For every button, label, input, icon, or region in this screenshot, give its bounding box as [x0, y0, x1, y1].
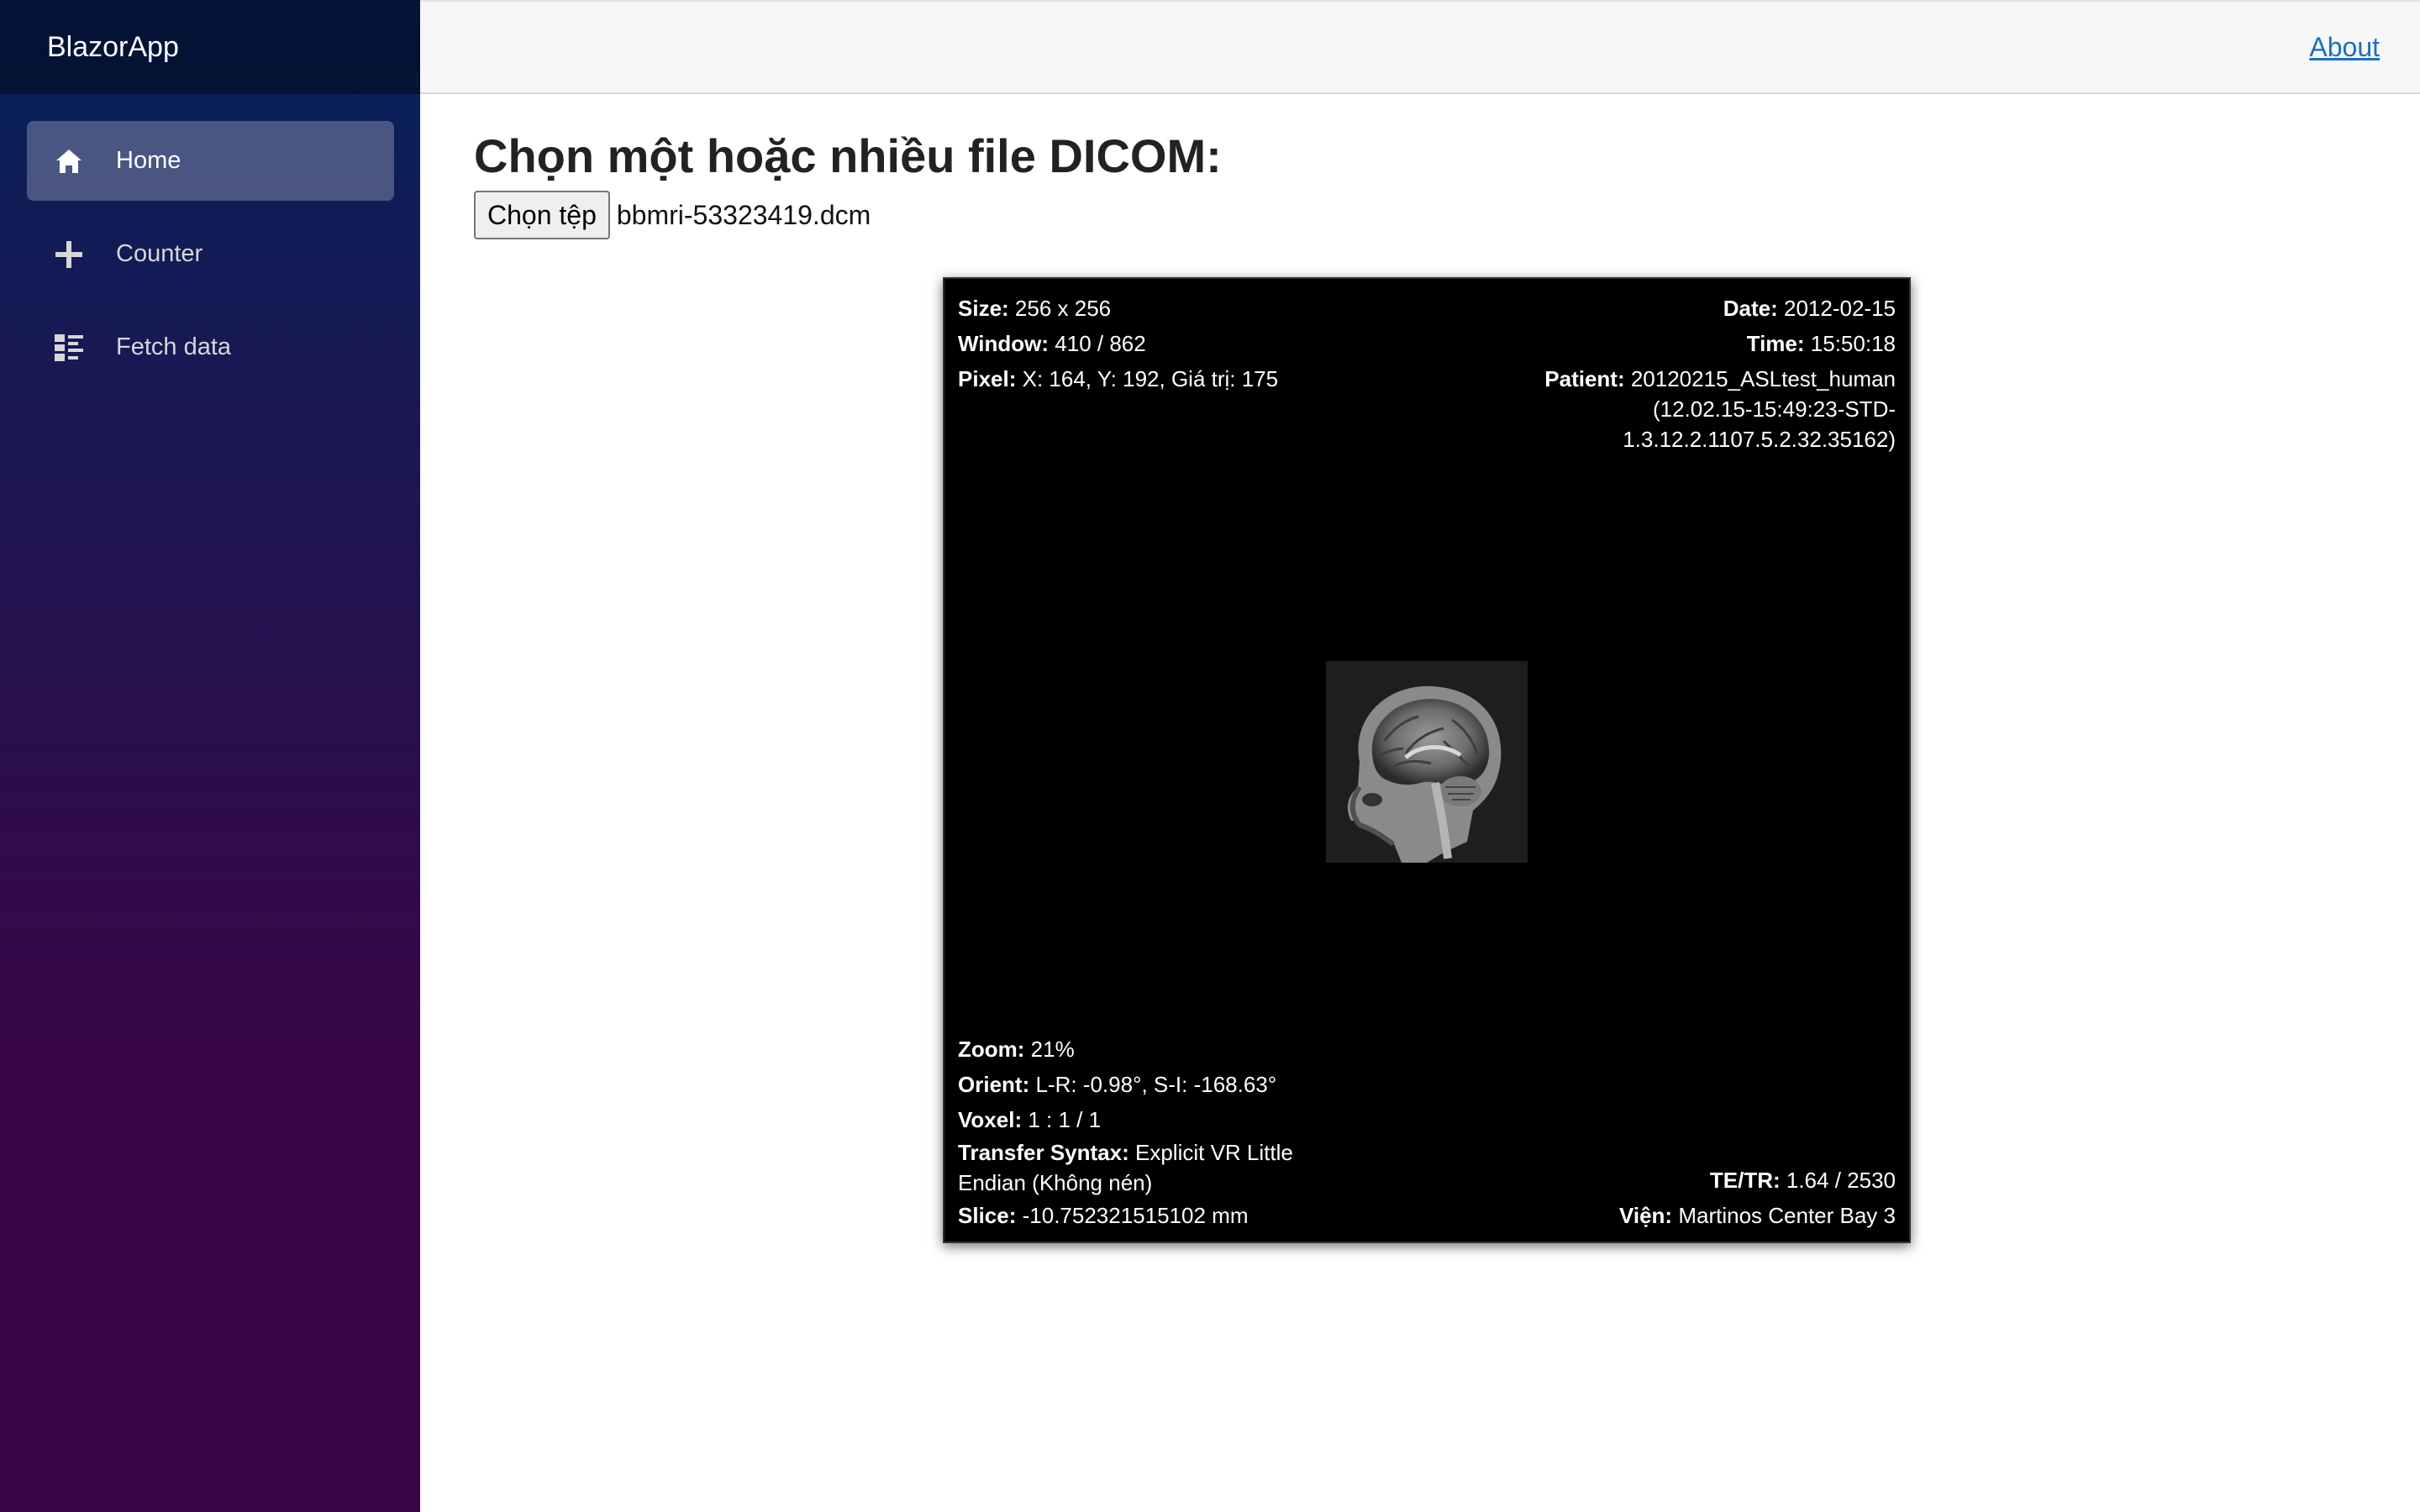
home-icon	[52, 144, 86, 178]
sidebar-item-label: Fetch data	[116, 333, 232, 360]
institution-info: Viện: Martinos Center Bay 3	[1618, 1203, 1896, 1228]
mri-image[interactable]	[1326, 661, 1528, 863]
overlay-top-right: Date: 2012-02-15 Time: 15:50:18 Patient:…	[1526, 291, 1896, 454]
page-title: Chọn một hoặc nhiều file DICOM:	[474, 129, 1222, 182]
about-link[interactable]: About	[2309, 32, 2380, 63]
sidebar: BlazorApp Home Counter Fetch data	[0, 0, 420, 1512]
file-input[interactable]: Chọn tệp bbmri-53323419.dcm	[474, 191, 2390, 240]
dicom-viewer[interactable]: Size: 256 x 256 Window: 410 / 862 Pixel:…	[943, 277, 1911, 1243]
orient-info: Orient: L-R: -0.98°, S-I: -168.63°	[958, 1072, 1277, 1097]
patient-info: Patient: 20120215_ASLtest_human (12.02.1…	[1544, 366, 1896, 452]
sidebar-item-label: Counter	[116, 240, 203, 267]
sidebar-item-home[interactable]: Home	[27, 121, 394, 201]
plus-icon	[52, 238, 86, 271]
sidebar-item-counter[interactable]: Counter	[27, 214, 394, 294]
overlay-bottom-left: Zoom: 21% Orient: L-R: -0.98°, S-I: -168…	[958, 1032, 1311, 1233]
pixel-info: Pixel: X: 164, Y: 192, Giá trị: 175	[958, 366, 1279, 391]
slice-info: Slice: -10.752321515102 mm	[958, 1203, 1249, 1228]
time-info: Time: 15:50:18	[1746, 331, 1896, 356]
brand-link[interactable]: BlazorApp	[47, 31, 179, 64]
zoom-info: Zoom: 21%	[958, 1037, 1075, 1062]
voxel-info: Voxel: 1 : 1 / 1	[958, 1107, 1102, 1132]
list-icon	[52, 331, 86, 365]
choose-file-button[interactable]: Chọn tệp	[474, 191, 610, 240]
te-tr-info: TE/TR: 1.64 / 2530	[1709, 1168, 1896, 1193]
top-row: About	[420, 0, 2420, 94]
brand-bar: BlazorApp	[0, 0, 420, 94]
selected-file-name: bbmri-53323419.dcm	[616, 199, 871, 230]
window-info: Window: 410 / 862	[958, 331, 1146, 356]
transfer-syntax-info: Transfer Syntax: Explicit VR Little Endi…	[958, 1140, 1293, 1195]
sidebar-item-fetch-data[interactable]: Fetch data	[27, 307, 394, 387]
date-info: Date: 2012-02-15	[1723, 296, 1896, 321]
size-info: Size: 256 x 256	[958, 296, 1112, 321]
overlay-bottom-right: TE/TR: 1.64 / 2530 Viện: Martinos Center…	[1619, 1163, 1896, 1233]
nav-menu: Home Counter Fetch data	[0, 94, 420, 387]
overlay-top-left: Size: 256 x 256 Window: 410 / 862 Pixel:…	[958, 291, 1278, 396]
main-content: Chọn một hoặc nhiều file DICOM: Chọn tệp…	[474, 94, 2390, 240]
sidebar-item-label: Home	[116, 147, 182, 174]
